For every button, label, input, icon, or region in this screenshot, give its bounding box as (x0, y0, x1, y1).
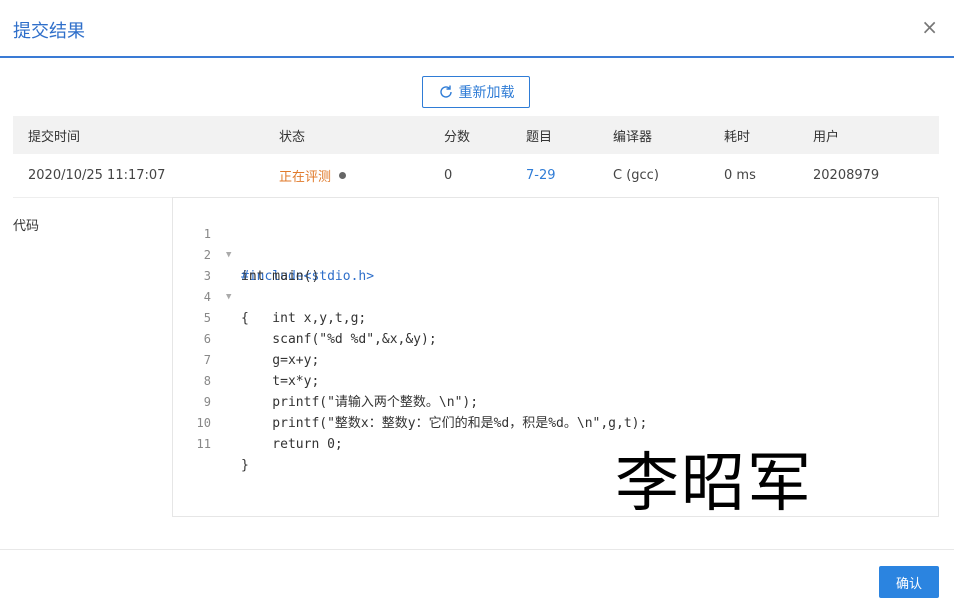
score: 0 (444, 168, 453, 183)
code-line: 3 ▼ { (173, 245, 938, 326)
code-editor[interactable]: 1 ▼ #include<stdio.h> 2 int main() 3 ▼ {… (172, 197, 939, 517)
code-text: return 0; (241, 437, 343, 452)
header-compiler: 编译器 (613, 129, 653, 145)
code-line: 6 g=x+y; (173, 308, 938, 368)
table-row: 2020/10/25 11:17:07 正在评测 0 7-29 C (gcc) … (13, 154, 939, 198)
header-time: 提交时间 (28, 129, 81, 145)
header-user: 用户 (813, 129, 840, 145)
reload-button[interactable]: 重新加载 (422, 76, 530, 108)
header-score: 分数 (444, 129, 471, 145)
dialog-title: 提交结果 (13, 21, 85, 42)
code-line: 4 int x,y,t,g; (173, 266, 938, 326)
code-line: 5 scanf("%d %d",&x,&y); (173, 287, 938, 347)
code-label: 代码 (13, 219, 40, 234)
code-line: 9 printf("整数x：整数y：它们的和是%d，积是%d。\n",g,t); (173, 371, 938, 431)
code-line: 7 t=x*y; (173, 329, 938, 389)
problem-link[interactable]: 7-29 (526, 154, 556, 197)
code-line: 11 } (173, 413, 938, 473)
code-line: 1 ▼ #include<stdio.h> (173, 203, 938, 284)
handwritten-name: 李昭军 (615, 447, 813, 521)
status-dot-icon (339, 172, 347, 179)
reload-label: 重新加载 (458, 85, 515, 101)
user-id: 20208979 (813, 168, 880, 183)
header-duration: 耗时 (724, 129, 751, 145)
close-icon[interactable]: × (921, 17, 938, 37)
code-line: 2 int main() (173, 224, 938, 284)
refresh-icon (439, 85, 452, 98)
status-cell: 正在评测 (279, 154, 347, 197)
code-line: 8 printf("请输入两个整数。\n"); (173, 350, 938, 410)
footer-divider (0, 549, 954, 550)
status-badge: 正在评测 (279, 170, 332, 185)
code-line: 10 return 0; (173, 392, 938, 452)
code-text: } (241, 458, 249, 473)
table-header: 提交时间 状态 分数 题目 编译器 耗时 用户 (13, 116, 939, 154)
submission-table: 提交时间 状态 分数 题目 编译器 耗时 用户 2020/10/25 11:17… (13, 116, 939, 198)
compiler: C (gcc) (613, 168, 659, 183)
line-number: 11 (196, 437, 211, 451)
header-problem: 题目 (526, 129, 553, 145)
dialog-header: 提交结果 × (0, 0, 954, 58)
confirm-button[interactable]: 确认 (879, 566, 939, 598)
duration: 0 ms (724, 168, 756, 183)
header-status: 状态 (279, 129, 306, 145)
submit-time: 2020/10/25 11:17:07 (28, 168, 166, 183)
